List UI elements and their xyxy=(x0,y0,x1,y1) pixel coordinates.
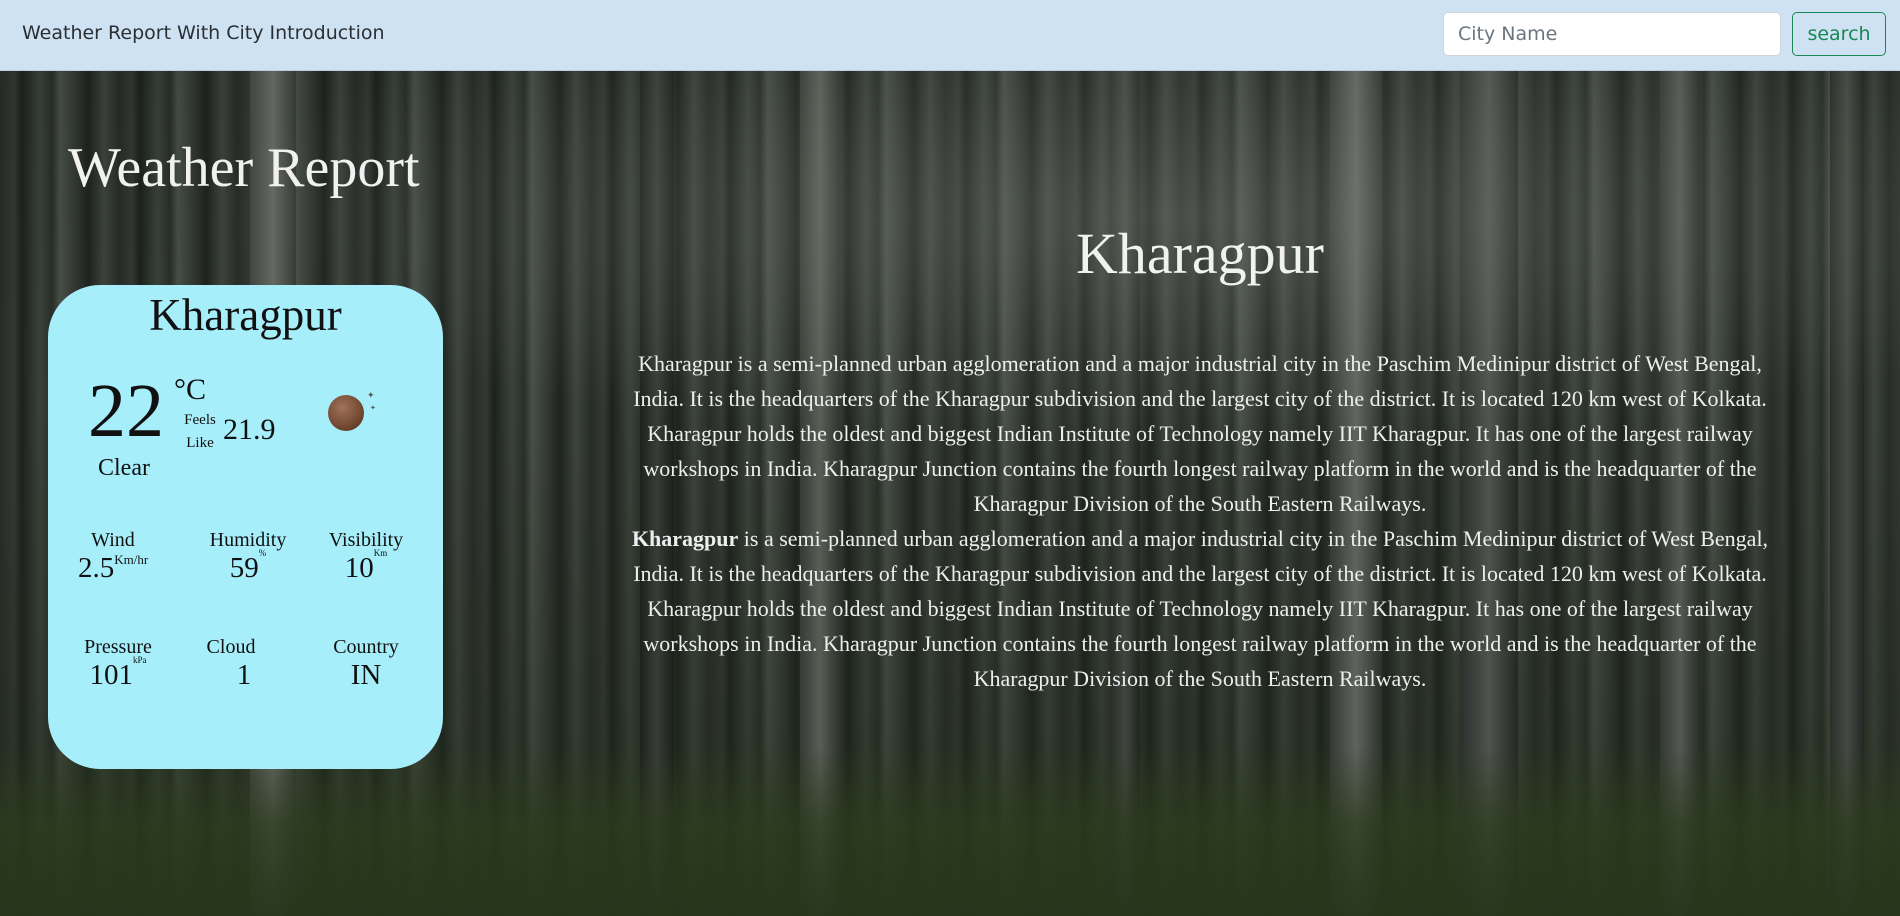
humidity-unit: % xyxy=(258,548,267,558)
wind-stat: Wind 2.5Km/hr xyxy=(78,529,148,585)
feels-label-line-1: Feels xyxy=(184,412,216,428)
visibility-stat: Visibility 10Km xyxy=(321,529,411,585)
weather-report-heading: Weather Report xyxy=(68,137,420,199)
weather-card: Kharagpur 22 °C Feels Like 21.9 Clear ✦ … xyxy=(48,285,443,769)
search-button[interactable]: search xyxy=(1792,12,1886,56)
intro-city-bold: Kharagpur xyxy=(631,526,739,551)
feels-like-label: Feels Like xyxy=(178,409,222,455)
cloud-value: 1 xyxy=(236,659,252,691)
country-label: Country xyxy=(333,636,399,658)
city-search-input[interactable] xyxy=(1443,12,1781,56)
star-icon: ✦ xyxy=(367,390,375,400)
cloud-stat: Cloud 1 xyxy=(196,636,266,692)
temperature-unit: °C xyxy=(174,373,207,406)
navbar-brand[interactable]: Weather Report With City Introduction xyxy=(22,22,385,44)
moon-icon xyxy=(328,395,364,431)
cloud-label: Cloud xyxy=(206,636,256,658)
intro-paragraph: Kharagpur is a semi-planned urban agglom… xyxy=(618,521,1782,696)
humidity-stat: Humidity 59% xyxy=(203,529,293,585)
temperature-value: 22 xyxy=(88,369,164,453)
intro-paragraph: Kharagpur is a semi-planned urban agglom… xyxy=(633,351,1767,516)
visibility-unit: Km xyxy=(373,548,388,558)
visibility-label: Visibility xyxy=(328,529,404,551)
humidity-value: 59 xyxy=(229,552,259,584)
country-stat: Country IN xyxy=(323,636,409,692)
pressure-unit: kPa xyxy=(133,655,147,665)
wind-label: Wind xyxy=(91,529,135,551)
pressure-stat: Pressure 101kPa xyxy=(78,636,158,692)
city-intro-text: Kharagpur is a semi-planned urban agglom… xyxy=(618,346,1782,696)
visibility-value: 10 xyxy=(344,552,374,584)
city-intro-title: Kharagpur xyxy=(1075,221,1324,286)
weather-condition: Clear xyxy=(98,455,150,481)
star-icon: ✦ xyxy=(370,404,376,412)
feels-label-line-2: Like xyxy=(186,435,214,451)
intro-paragraph-rest: is a semi-planned urban agglomeration an… xyxy=(633,526,1769,691)
card-city-name: Kharagpur xyxy=(149,290,342,340)
feels-like-value: 21.9 xyxy=(223,413,276,446)
humidity-label: Humidity xyxy=(209,529,287,551)
country-value: IN xyxy=(350,659,382,691)
pressure-value: 101 xyxy=(89,659,134,691)
navbar: Weather Report With City Introduction se… xyxy=(0,0,1900,71)
wind-unit: Km/hr xyxy=(114,552,149,567)
wind-value: 2.5 xyxy=(78,552,115,584)
